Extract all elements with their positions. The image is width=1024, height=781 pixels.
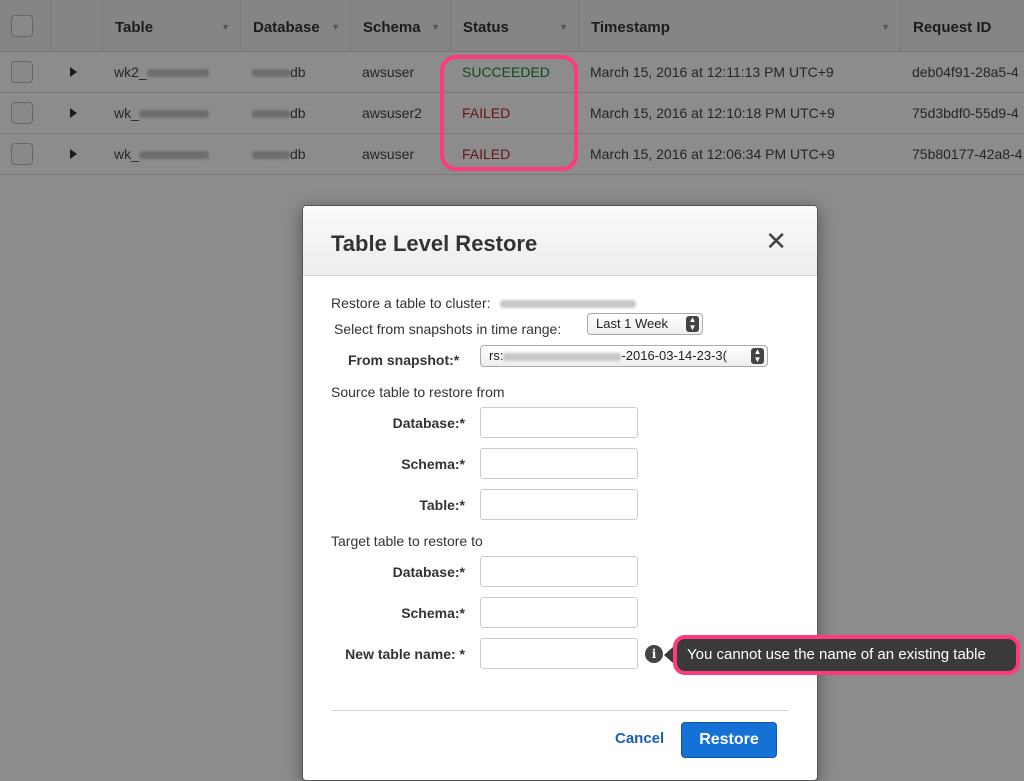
- source-database-input[interactable]: [480, 407, 638, 438]
- footer-divider: [331, 710, 789, 711]
- new-table-name-label: New table name: *: [345, 646, 465, 662]
- source-schema-label: Schema:*: [401, 456, 465, 472]
- select-arrows-icon: ▲ ▼: [751, 348, 764, 364]
- source-table-label: Table:*: [419, 497, 465, 513]
- status-highlight-annotation: [440, 55, 578, 171]
- source-database-label: Database:*: [392, 415, 465, 431]
- validation-tooltip: You cannot use the name of an existing t…: [673, 635, 1020, 675]
- source-schema-input[interactable]: [480, 448, 638, 479]
- target-database-input[interactable]: [480, 556, 638, 587]
- target-schema-input[interactable]: [480, 597, 638, 628]
- table-level-restore-dialog: Table Level Restore ✕ Restore a table to…: [302, 205, 818, 781]
- time-range-label: Select from snapshots in time range:: [334, 321, 562, 337]
- source-section-label: Source table to restore from: [331, 384, 505, 400]
- cancel-button[interactable]: Cancel: [615, 730, 664, 747]
- info-icon[interactable]: i: [645, 645, 663, 663]
- target-schema-label: Schema:*: [401, 605, 465, 621]
- target-database-label: Database:*: [392, 564, 465, 580]
- select-arrows-icon: ▲ ▼: [686, 316, 699, 332]
- tooltip-arrow: [664, 647, 673, 663]
- new-table-name-input[interactable]: [480, 638, 638, 669]
- dialog-header: Table Level Restore ✕: [303, 206, 817, 276]
- from-snapshot-select[interactable]: rs: -2016-03-14-23-3( ▲ ▼: [480, 345, 768, 367]
- source-table-input[interactable]: [480, 489, 638, 520]
- restore-to-cluster-label: Restore a table to cluster:: [331, 295, 637, 311]
- from-snapshot-label: From snapshot:*: [348, 352, 460, 368]
- close-icon[interactable]: ✕: [765, 228, 787, 254]
- dialog-title: Table Level Restore: [331, 231, 538, 256]
- target-section-label: Target table to restore to: [331, 533, 483, 549]
- restore-button[interactable]: Restore: [681, 722, 777, 758]
- time-range-select[interactable]: Last 1 Week ▲ ▼: [587, 313, 703, 335]
